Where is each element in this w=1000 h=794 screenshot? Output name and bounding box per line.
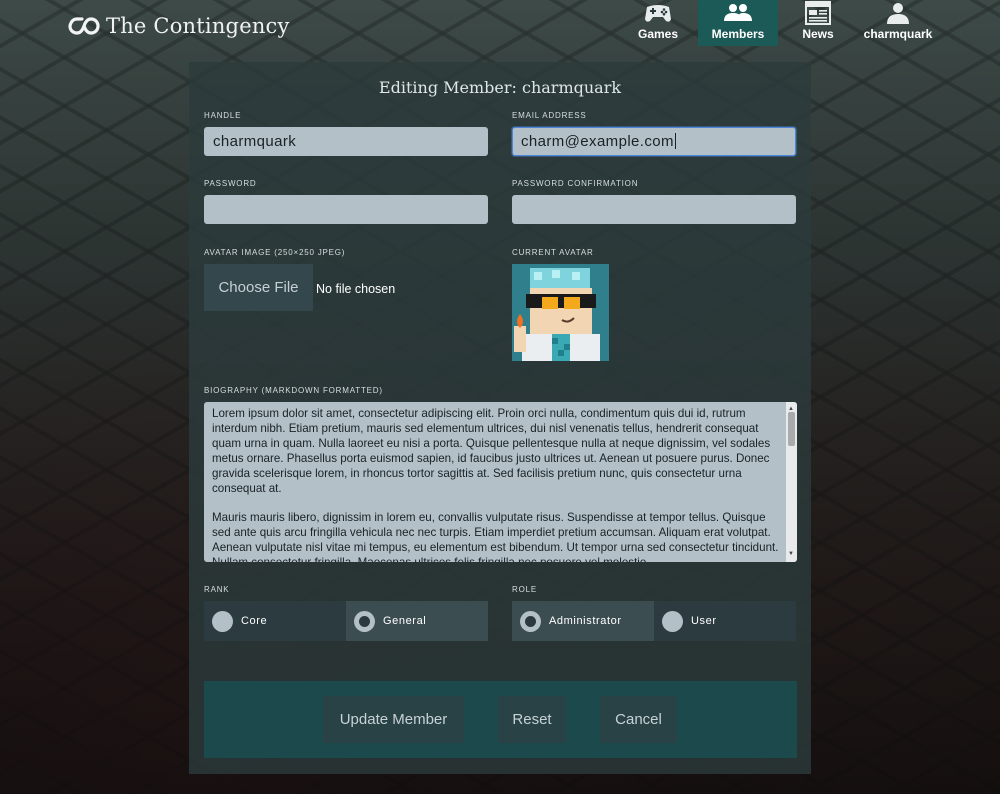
nav-members[interactable]: Members bbox=[698, 0, 778, 46]
role-option-administrator[interactable]: Administrator bbox=[512, 601, 654, 641]
brand-logo[interactable]: The Contingency bbox=[68, 12, 290, 40]
rank-option-general[interactable]: General bbox=[346, 601, 488, 641]
password-input[interactable] bbox=[204, 195, 488, 224]
form-actions-bar: Update Member Reset Cancel bbox=[204, 681, 797, 758]
biography-scrollbar[interactable]: ▲ ▼ bbox=[786, 402, 797, 562]
reset-button[interactable]: Reset bbox=[498, 696, 566, 743]
rank-option-label: Core bbox=[241, 615, 268, 627]
nav-news[interactable]: News bbox=[778, 0, 858, 46]
email-label: Email Address bbox=[512, 111, 587, 120]
news-icon bbox=[805, 0, 831, 25]
current-avatar-label: Current Avatar bbox=[512, 248, 594, 257]
role-option-label: User bbox=[691, 615, 717, 627]
role-option-label: Administrator bbox=[549, 615, 622, 627]
role-option-user[interactable]: User bbox=[654, 601, 796, 641]
rank-radio-group: Core General bbox=[204, 601, 488, 641]
choose-file-button[interactable]: Choose File bbox=[204, 264, 313, 311]
radio-button-icon[interactable] bbox=[662, 610, 683, 632]
scroll-down-arrow-icon[interactable]: ▼ bbox=[788, 547, 794, 562]
radio-button-selected-icon[interactable] bbox=[354, 610, 375, 632]
rank-option-core[interactable]: Core bbox=[204, 601, 346, 641]
nav-members-label: Members bbox=[711, 27, 765, 41]
handle-input[interactable]: charmquark bbox=[204, 127, 488, 156]
edit-member-panel: Editing Member: charmquark Handle charmq… bbox=[189, 62, 811, 774]
role-radio-group: Administrator User bbox=[512, 601, 796, 641]
scroll-thumb[interactable] bbox=[788, 412, 795, 446]
password-confirmation-label: Password Confirmation bbox=[512, 179, 639, 188]
brand-name: The Contingency bbox=[106, 14, 290, 38]
radio-button-icon[interactable] bbox=[212, 610, 233, 632]
email-input[interactable]: charm@example.com bbox=[512, 127, 796, 156]
rank-option-label: General bbox=[383, 615, 427, 627]
biography-label: Biography (Markdown Formatted) bbox=[204, 386, 383, 395]
biography-textarea[interactable]: Lorem ipsum dolor sit amet, consectetur … bbox=[204, 402, 797, 562]
file-status: No file chosen bbox=[316, 282, 396, 296]
user-icon bbox=[886, 0, 910, 25]
avatar-upload-label: Avatar Image (250×250 JPEG) bbox=[204, 248, 346, 257]
page-title: Editing Member: charmquark bbox=[378, 78, 622, 97]
nav-news-label: News bbox=[802, 27, 834, 41]
biography-paragraph: Lorem ipsum dolor sit amet, consectetur … bbox=[212, 407, 771, 495]
password-label: Password bbox=[204, 179, 257, 188]
cancel-button[interactable]: Cancel bbox=[600, 696, 677, 743]
role-label: Role bbox=[512, 585, 537, 594]
nav-user[interactable]: charmquark bbox=[858, 0, 938, 46]
update-member-button[interactable]: Update Member bbox=[323, 696, 464, 743]
biography-paragraph: Mauris mauris libero, dignissim in lorem… bbox=[212, 511, 779, 562]
radio-button-selected-icon[interactable] bbox=[520, 610, 541, 632]
email-value: charm@example.com bbox=[521, 133, 674, 150]
text-caret bbox=[674, 133, 676, 149]
nav-games-label: Games bbox=[637, 27, 679, 41]
rank-label: Rank bbox=[204, 585, 230, 594]
infinity-logo-icon bbox=[68, 15, 100, 37]
top-nav: Games Members News charmquark bbox=[618, 0, 938, 46]
members-icon bbox=[723, 0, 753, 25]
gamepad-icon bbox=[643, 0, 673, 25]
handle-label: Handle bbox=[204, 111, 242, 120]
nav-games[interactable]: Games bbox=[618, 0, 698, 46]
current-avatar-image bbox=[512, 264, 609, 361]
password-confirmation-input[interactable] bbox=[512, 195, 796, 224]
nav-user-label: charmquark bbox=[863, 27, 933, 41]
